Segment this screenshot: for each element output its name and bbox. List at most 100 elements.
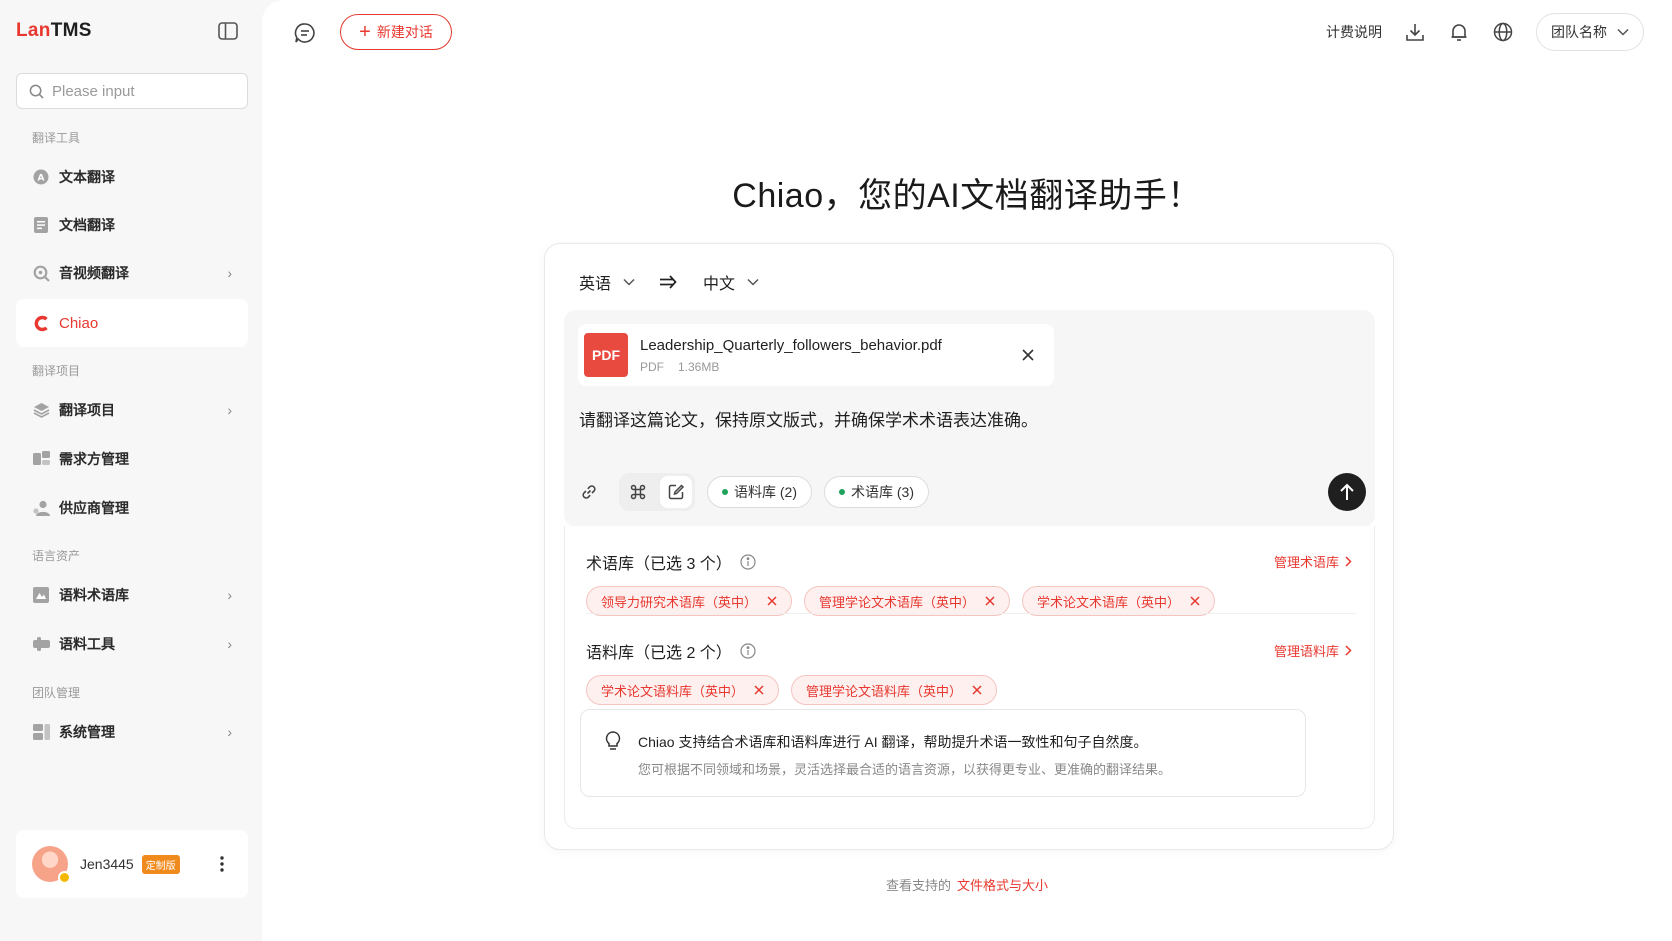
command-icon[interactable] (622, 476, 654, 508)
corpus-header: 语料库（已选 2 个） (586, 639, 756, 663)
input-panel: PDF Leadership_Quarterly_followers_behav… (564, 310, 1375, 527)
sidebar-collapse-icon[interactable] (218, 22, 240, 42)
termbase-tags: 领导力研究术语库（英中） 管理学论文术语库（英中） 学术论文术语库（英中） (586, 586, 1216, 616)
sidebar-item-label: 语料工具 (59, 636, 115, 652)
pdf-file-icon: PDF (584, 333, 628, 377)
manage-termbase-label: 管理术语库 (1273, 555, 1339, 570)
manage-corpus-label: 管理语料库 (1273, 644, 1339, 659)
close-icon[interactable] (985, 596, 995, 606)
resource-panel: 术语库（已选 3 个） 管理术语库 领导力研究术语库（英中） 管理学论文术语库（… (564, 526, 1375, 829)
sidebar-item-label: 需求方管理 (59, 451, 129, 467)
close-icon[interactable] (754, 685, 764, 695)
chat-history-icon[interactable] (294, 22, 316, 44)
corpus-tag: 学术论文语料库（英中） (586, 675, 780, 705)
footer-prefix: 查看支持的 (885, 878, 951, 893)
sidebar-item-supplier-management[interactable]: 供应商管理 (16, 484, 248, 532)
sidebar-item-text-translate[interactable]: A 文本翻译 (16, 153, 248, 201)
status-dot (839, 489, 845, 495)
chevron-right-icon: › (227, 265, 232, 281)
composer-card: 英语 中文 PDF Leadership_Quarterly_followers… (544, 243, 1394, 850)
plan-badge: 定制版 (141, 854, 180, 874)
system-icon (32, 723, 50, 741)
avatar[interactable] (32, 846, 71, 884)
target-language-select[interactable]: 中文 (703, 270, 759, 294)
composer-toolbar: 语料库 (2) 术语库 (3) (573, 472, 1366, 512)
document-icon (32, 216, 50, 234)
tool-mode-group (619, 473, 695, 511)
chevron-down-icon (623, 278, 635, 286)
corpus-title: 语料库（已选 2 个） (586, 645, 732, 662)
tip-main-text: Chiao 支持结合术语库和语料库进行 AI 翻译，帮助提升术语一致性和句子自然… (638, 734, 1148, 750)
manage-termbase-link[interactable]: 管理术语库 (1274, 552, 1352, 571)
close-icon[interactable] (972, 685, 982, 695)
tag-label: 管理学论文语料库（英中） (806, 683, 963, 699)
send-button[interactable] (1328, 473, 1366, 511)
billing-link[interactable]: 计费说明 (1326, 22, 1382, 42)
sidebar-item-label: 翻译项目 (59, 402, 115, 418)
chip-label: 术语库 (3) (851, 484, 914, 500)
sidebar-item-document-translate[interactable]: 文档翻译 (16, 201, 248, 249)
chevron-right-icon: › (227, 587, 232, 603)
search-input[interactable] (52, 82, 232, 100)
lightbulb-icon (603, 730, 625, 752)
file-type: PDF (640, 359, 664, 374)
info-icon[interactable] (740, 554, 756, 570)
client-icon (32, 450, 50, 468)
corpus-chip[interactable]: 语料库 (2) (707, 476, 812, 508)
termbase-chip[interactable]: 术语库 (3) (824, 476, 929, 508)
sidebar-item-client-management[interactable]: 需求方管理 (16, 435, 248, 483)
sidebar-item-system-management[interactable]: 系统管理 › (16, 708, 248, 756)
top-toolbar: 计费说明 团队名称 (1326, 13, 1644, 51)
attach-link-icon[interactable] (573, 476, 605, 508)
chevron-down-icon (747, 278, 759, 286)
username: Jen3445 (80, 856, 134, 872)
user-card: Jen3445 定制版 (16, 830, 248, 898)
sidebar-item-chiao[interactable]: Chiao (16, 299, 248, 347)
chiao-logo-icon (32, 314, 50, 332)
chip-label: 语料库 (2) (734, 484, 797, 500)
globe-icon[interactable] (1492, 21, 1514, 43)
close-icon[interactable] (767, 596, 777, 606)
supplier-icon (32, 499, 50, 517)
source-language-select[interactable]: 英语 (579, 270, 635, 294)
chevron-right-icon: › (227, 724, 232, 740)
text-translate-icon: A (32, 168, 50, 186)
target-language: 中文 (703, 276, 736, 293)
bell-icon[interactable] (1448, 21, 1470, 43)
swap-language-icon[interactable] (659, 273, 677, 291)
sidebar-item-corpus-tools[interactable]: 语料工具 › (16, 620, 248, 668)
close-icon[interactable] (1190, 596, 1200, 606)
plus-icon: + (359, 21, 371, 43)
info-icon[interactable] (740, 643, 756, 659)
sidebar-item-media-translate[interactable]: 音视频翻译 › (16, 249, 248, 297)
team-name: 团队名称 (1551, 24, 1607, 40)
download-icon[interactable] (1404, 21, 1426, 43)
page-title: Chiao，您的AI文档翻译助手！ (732, 177, 1202, 215)
manage-corpus-link[interactable]: 管理语料库 (1274, 641, 1352, 660)
chevron-right-icon: › (227, 636, 232, 652)
chevron-right-icon: › (227, 402, 232, 418)
brand-prefix: Lan (16, 20, 51, 41)
sidebar-item-label: 文本翻译 (59, 169, 115, 185)
sidebar-item-label: 文档翻译 (59, 217, 115, 233)
new-chat-button[interactable]: + 新建对话 (340, 14, 452, 50)
corpus-tag: 管理学论文语料库（英中） (791, 675, 998, 705)
media-search-icon (32, 264, 50, 282)
corpus-icon (32, 586, 50, 604)
team-select[interactable]: 团队名称 (1536, 13, 1644, 51)
sidebar-item-projects[interactable]: 翻译项目 › (16, 386, 248, 434)
more-vertical-icon[interactable] (212, 854, 232, 874)
footer-note: 查看支持的 文件格式与大小 (262, 875, 1672, 894)
tip-sub-text: 您可根据不同领域和场景，灵活选择最合适的语言资源，以获得更专业、更准确的翻译结果… (638, 762, 1172, 777)
remove-file-icon[interactable] (1018, 345, 1038, 365)
tag-label: 领导力研究术语库（英中） (601, 594, 758, 610)
termbase-tag: 学术论文术语库（英中） (1022, 586, 1216, 616)
brand-logo[interactable]: LanTMS (16, 20, 92, 42)
sidebar-item-corpus-termbase[interactable]: 语料术语库 › (16, 571, 248, 619)
file-format-link[interactable]: 文件格式与大小 (957, 878, 1048, 893)
sidebar-item-label: 音视频翻译 (59, 265, 129, 281)
edit-box-icon[interactable] (660, 476, 692, 508)
divider (586, 613, 1356, 614)
prompt-input[interactable]: 请翻译这篇论文，保持原文版式，并确保学术术语表达准确。 (579, 406, 1038, 431)
file-meta: Leadership_Quarterly_followers_behavior.… (640, 337, 1018, 374)
